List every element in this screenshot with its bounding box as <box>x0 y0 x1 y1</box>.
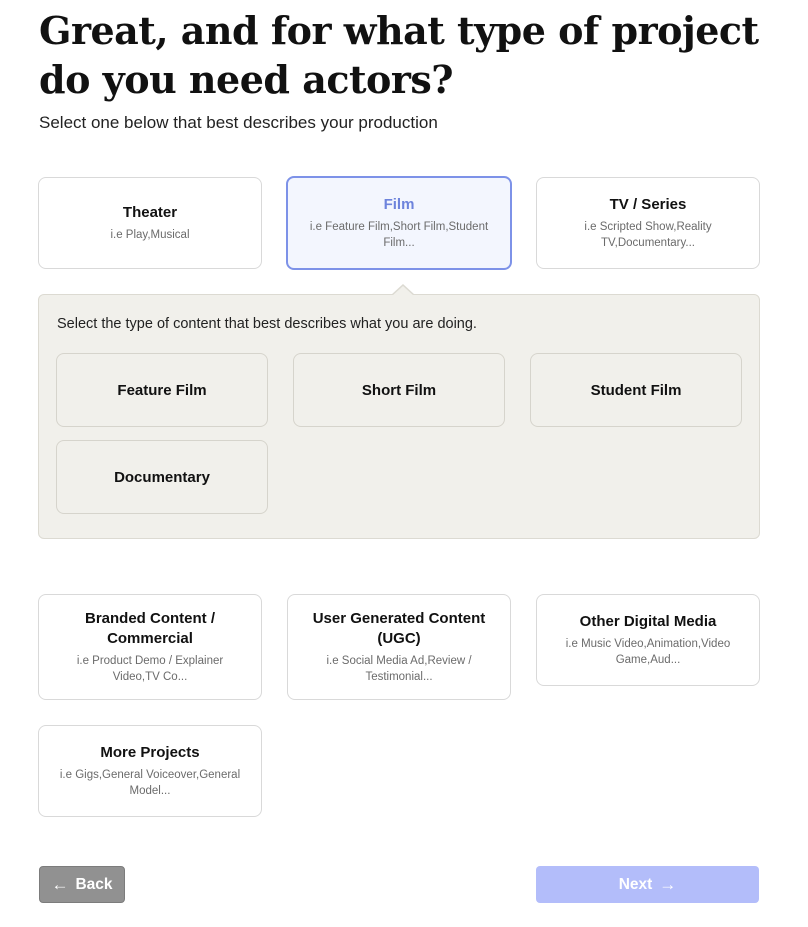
back-button[interactable]: ← Back <box>39 866 125 903</box>
project-card-branded-content[interactable]: Branded Content / Commercial i.e Product… <box>38 594 262 700</box>
card-description: i.e Scripted Show,Reality TV,Documentary… <box>584 221 712 249</box>
content-type-panel: Select the type of content that best des… <box>38 294 760 539</box>
card-description: i.e Social Media Ad,Review / Testimonial… <box>326 655 472 683</box>
project-card-ugc[interactable]: User Generated Content (UGC) i.e Social … <box>287 594 511 700</box>
card-description: i.e Gigs,General Voiceover,General Model… <box>59 769 241 797</box>
next-button-label: Next <box>618 875 653 893</box>
content-option-feature-film[interactable]: Feature Film <box>56 353 268 427</box>
card-title: Theater <box>122 204 178 221</box>
panel-pointer-fill <box>392 286 414 296</box>
panel-prompt: Select the type of content that best des… <box>57 316 477 332</box>
project-card-film[interactable]: Film i.e Feature Film,Short Film,Student… <box>286 176 512 270</box>
card-title: More Projects <box>100 744 200 761</box>
project-card-more-projects[interactable]: More Projects i.e Gigs,General Voiceover… <box>38 725 262 817</box>
card-title: Branded Content / Commercial <box>85 610 215 647</box>
card-title: TV / Series <box>609 196 687 213</box>
content-option-student-film[interactable]: Student Film <box>530 353 742 427</box>
card-title: User Generated Content (UGC) <box>312 610 486 647</box>
page-subtitle: Select one below that best describes you… <box>39 113 438 132</box>
card-description: i.e Play,Musical <box>110 229 190 241</box>
arrow-right-icon: → <box>659 875 677 894</box>
next-button[interactable]: Next → <box>536 866 759 903</box>
project-card-other-digital-media[interactable]: Other Digital Media i.e Music Video,Anim… <box>536 594 760 686</box>
card-title: Other Digital Media <box>579 613 717 630</box>
content-option-short-film[interactable]: Short Film <box>293 353 505 427</box>
card-description: i.e Product Demo / Explainer Video,TV Co… <box>76 655 224 683</box>
page-title: Great, and for what type of project do y… <box>39 8 759 102</box>
card-description: i.e Feature Film,Short Film,Student Film… <box>309 221 489 249</box>
card-description: i.e Music Video,Animation,Video Game,Aud… <box>565 638 731 666</box>
arrow-left-icon: ← <box>51 875 69 894</box>
content-option-documentary[interactable]: Documentary <box>56 440 268 514</box>
back-button-label: Back <box>75 875 113 893</box>
project-card-theater[interactable]: Theater i.e Play,Musical <box>38 177 262 269</box>
card-title: Film <box>383 196 415 213</box>
project-card-tv-series[interactable]: TV / Series i.e Scripted Show,Reality TV… <box>536 177 760 269</box>
